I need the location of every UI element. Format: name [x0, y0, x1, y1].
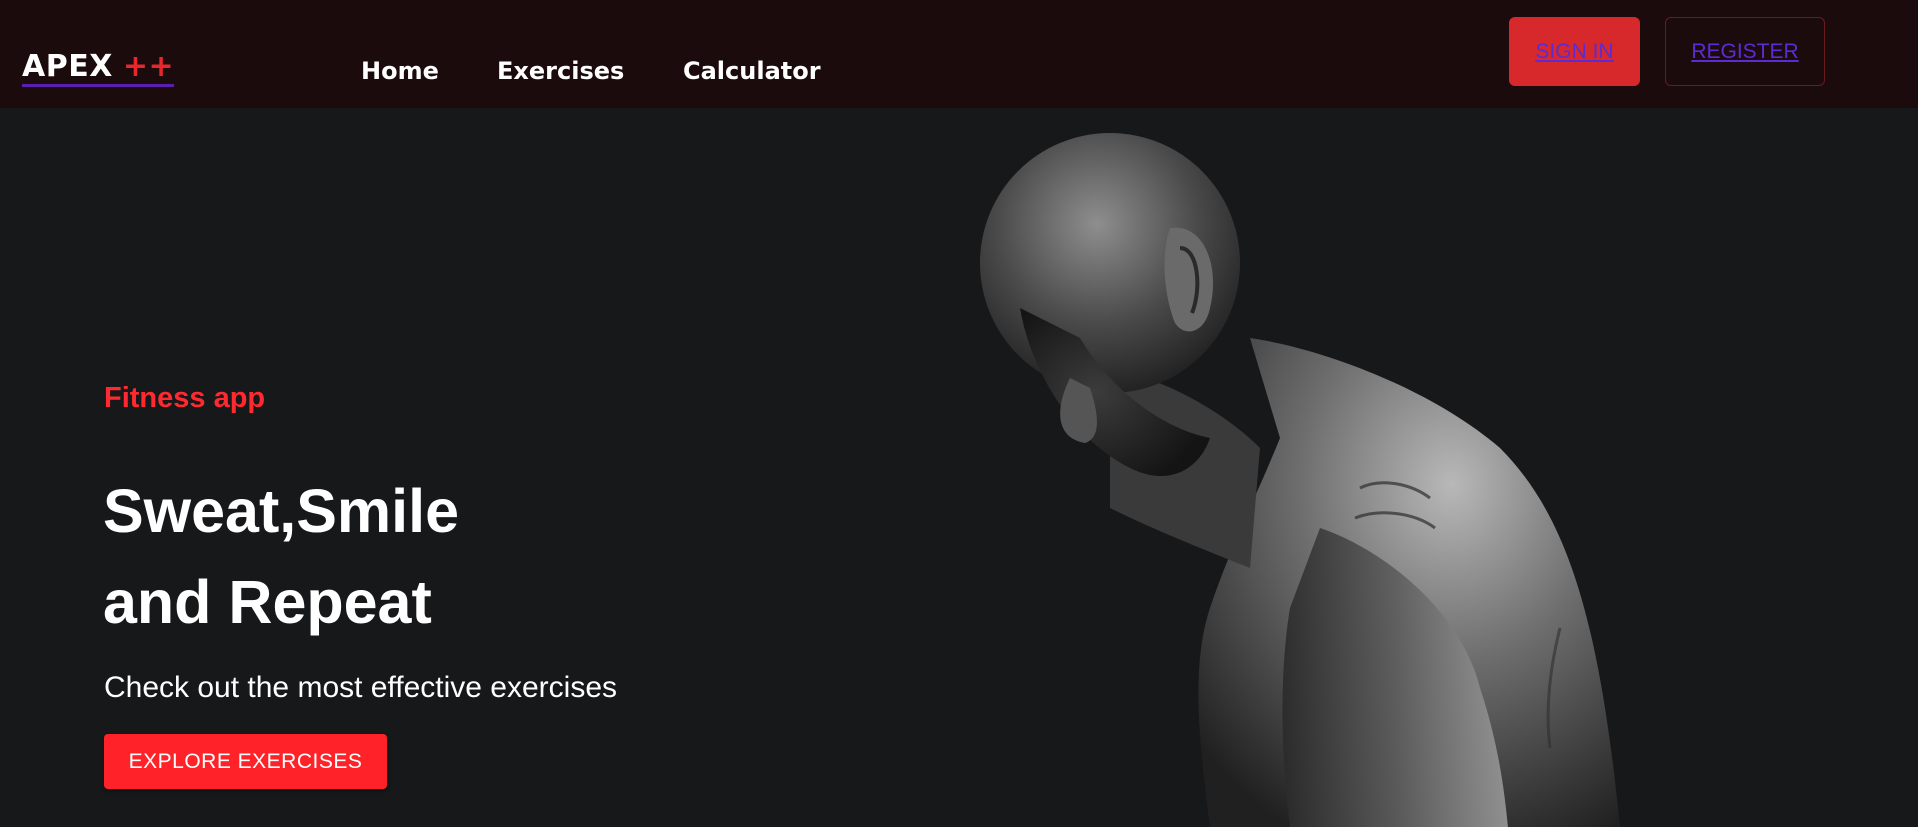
- hero-subtitle: Check out the most effective exercises: [104, 671, 618, 704]
- explore-exercises-button[interactable]: EXPLORE EXERCISES: [104, 734, 387, 789]
- hero-eyebrow: Fitness app: [104, 382, 266, 414]
- hero-title-line1: Sweat,Smile: [103, 477, 459, 545]
- nav-exercises-link[interactable]: Exercises: [497, 57, 624, 85]
- hero-athlete-image: [980, 133, 1620, 827]
- nav-calculator-link[interactable]: Calculator: [683, 57, 821, 85]
- brand-suffix: ++: [122, 49, 175, 84]
- brand-name: APEX: [22, 49, 113, 84]
- sign-in-label: SIGN IN: [1535, 39, 1614, 63]
- explore-exercises-label: EXPLORE EXERCISES: [128, 749, 363, 773]
- register-button[interactable]: REGISTER: [1665, 17, 1825, 86]
- register-label: REGISTER: [1691, 39, 1799, 63]
- sign-in-button[interactable]: SIGN IN: [1509, 17, 1640, 86]
- nav-home-link[interactable]: Home: [361, 57, 439, 85]
- brand-logo[interactable]: APEX ++: [22, 49, 175, 87]
- hero-title: Sweat,Smile and Repeat: [103, 466, 459, 648]
- hero-title-line2: and Repeat: [103, 568, 432, 636]
- top-navbar: APEX ++ Home Exercises Calculator SIGN IN…: [0, 0, 1918, 108]
